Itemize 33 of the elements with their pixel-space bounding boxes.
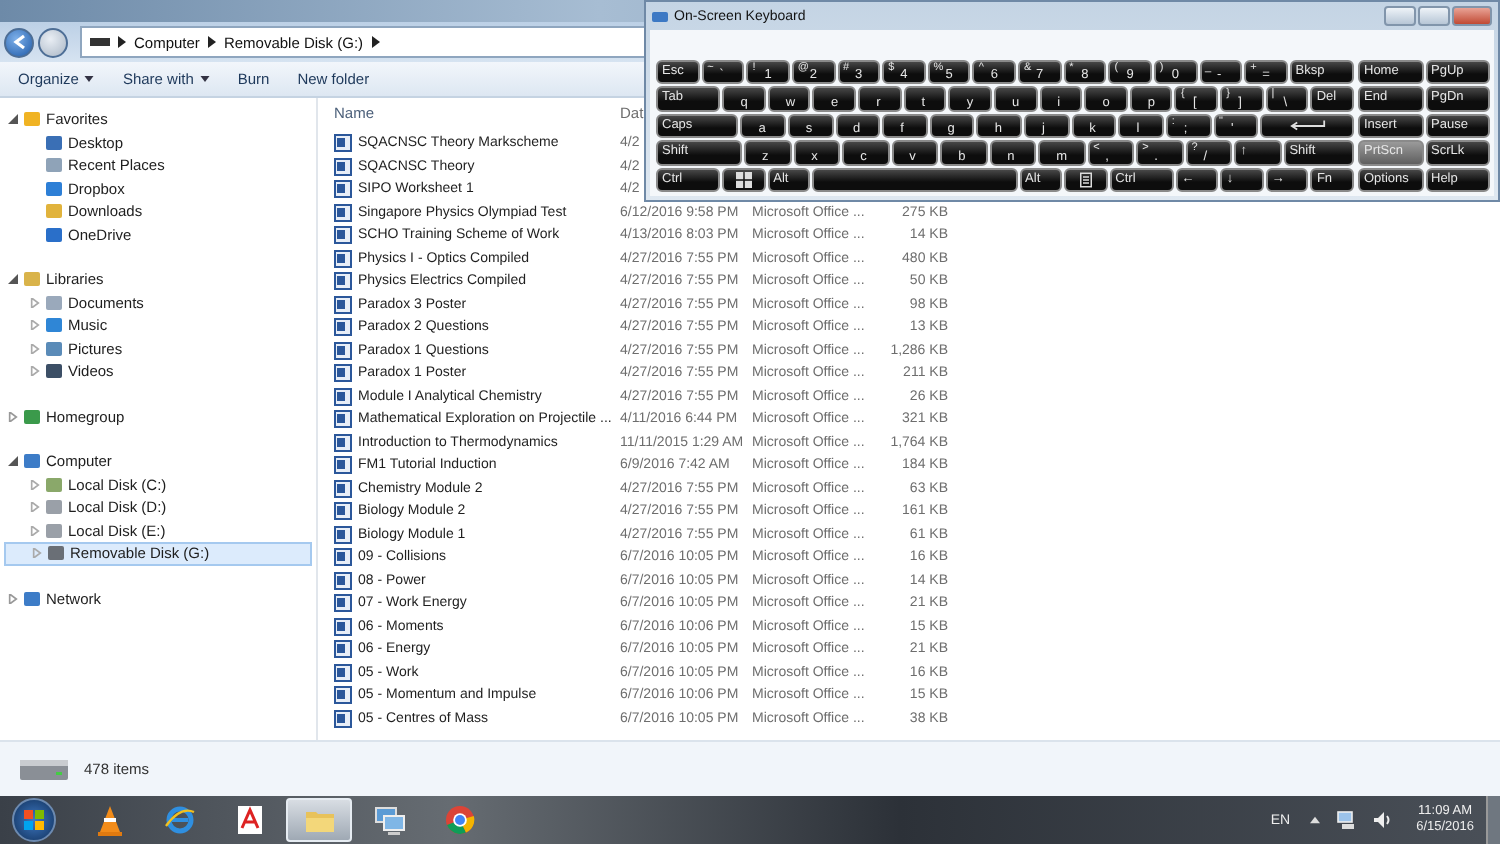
speaker-icon[interactable] bbox=[1372, 810, 1393, 830]
expand-arrow-icon[interactable] bbox=[8, 114, 18, 125]
caret-icon bbox=[199, 76, 210, 82]
chevron-icon[interactable] bbox=[207, 36, 216, 48]
keyboard-key[interactable] bbox=[1260, 113, 1354, 139]
windows-logo-icon bbox=[735, 171, 752, 188]
chrome-icon bbox=[443, 804, 475, 836]
network-icon[interactable] bbox=[1336, 810, 1357, 830]
traffic-cone-icon bbox=[93, 804, 125, 836]
drive-icon bbox=[20, 757, 68, 781]
caret-icon bbox=[84, 76, 95, 82]
windows-logo-icon bbox=[24, 810, 44, 830]
minimize-button[interactable] bbox=[1384, 6, 1416, 26]
keyboard-key[interactable] bbox=[812, 167, 1018, 193]
back-button[interactable] bbox=[4, 27, 34, 57]
keyboard-key[interactable] bbox=[1064, 167, 1108, 193]
close-button[interactable] bbox=[1452, 6, 1492, 26]
expand-arrow-icon[interactable] bbox=[8, 456, 18, 467]
maximize-button[interactable] bbox=[1418, 6, 1450, 26]
start-button[interactable] bbox=[12, 798, 56, 842]
drive-icon bbox=[90, 38, 110, 46]
chevron-icon[interactable] bbox=[118, 36, 126, 48]
menu-icon bbox=[1079, 171, 1092, 188]
keyboard-icon bbox=[652, 11, 668, 21]
browser-icon bbox=[163, 804, 195, 836]
keyboard-key[interactable] bbox=[722, 167, 766, 193]
chevron-icon[interactable] bbox=[371, 36, 380, 48]
enter-arrow-icon bbox=[1289, 120, 1326, 133]
pdf-icon bbox=[233, 804, 265, 836]
forward-button[interactable] bbox=[38, 27, 68, 57]
computer-icon bbox=[373, 804, 405, 836]
show-hidden-icons-icon[interactable] bbox=[1310, 816, 1321, 824]
expand-arrow-icon[interactable] bbox=[8, 274, 18, 285]
